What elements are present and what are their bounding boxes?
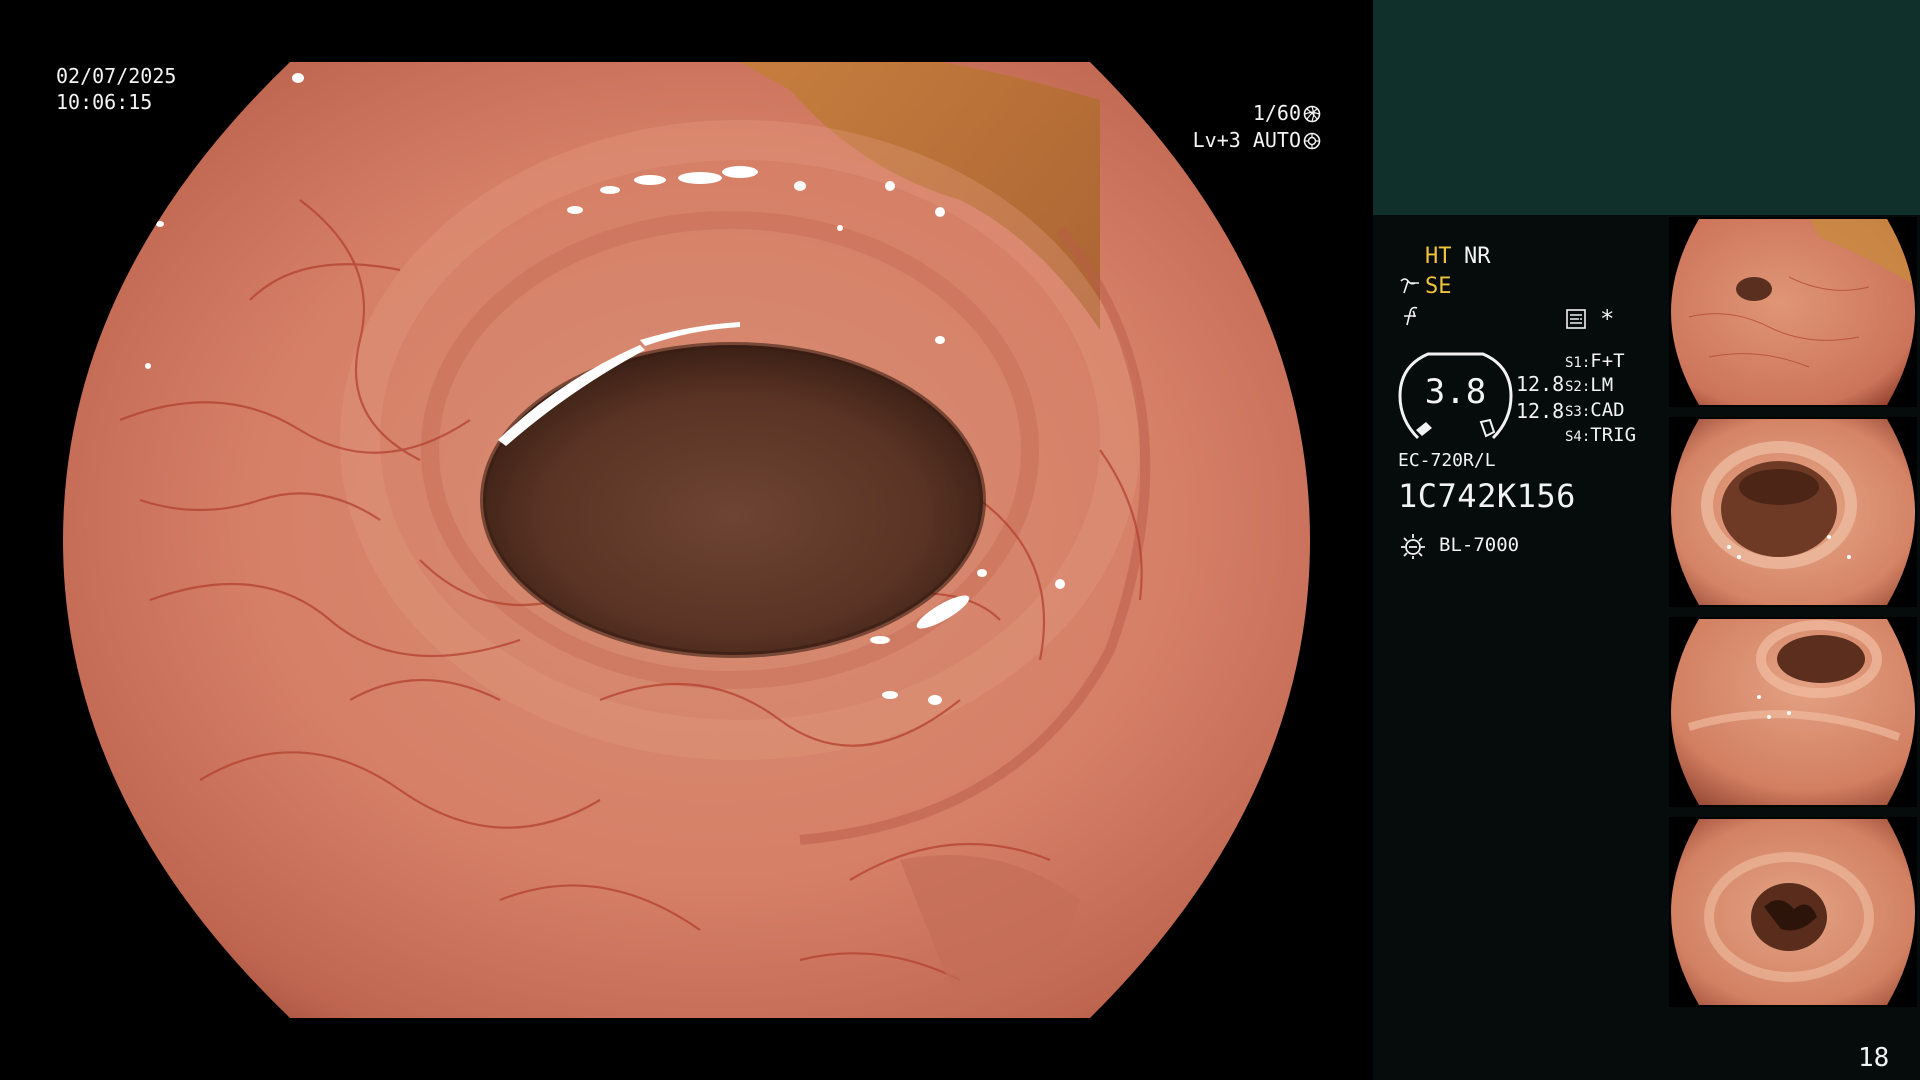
switch-key: S1:: [1565, 355, 1591, 371]
endoscope-main-view: 02/07/2025 10:06:15 1/60 Lv+3 AUTO: [0, 0, 1373, 1080]
date-readout: 02/07/2025: [56, 64, 177, 88]
captured-image-thumbnail[interactable]: [1669, 417, 1917, 607]
memo-icon: [1566, 309, 1586, 329]
switch-key: S4:: [1565, 429, 1591, 445]
light-source-model: BL-7000: [1439, 534, 1520, 556]
se-label: SE: [1425, 274, 1452, 299]
captured-image-thumbnail[interactable]: [1669, 617, 1917, 807]
switch-value: CAD: [1590, 399, 1625, 421]
panel-header-block: [1373, 0, 1920, 215]
gain-value-1: 12.8: [1516, 372, 1565, 396]
captured-image-thumbnail[interactable]: [1669, 817, 1917, 1007]
switch-row-s3: S3:CAD: [1565, 399, 1625, 421]
star-marker: *: [1600, 305, 1615, 333]
switch-key: S2:: [1565, 379, 1591, 395]
thumbnail-image: [1671, 619, 1915, 805]
zoom-value: 3.8: [1424, 372, 1487, 412]
endoscope-image: [63, 62, 1310, 1018]
switch-row-s1: S1:F+T: [1565, 350, 1625, 372]
thumbnail-image: [1671, 419, 1915, 605]
gain-value-2: 12.8: [1516, 399, 1565, 423]
scope-serial-number: 1C742K156: [1398, 477, 1576, 515]
exposure-mode-value: Lv+3 AUTO: [1192, 128, 1301, 152]
auto-iris-icon: [1303, 132, 1321, 150]
switch-value: TRIG: [1590, 424, 1637, 446]
shutter-value: 1/60: [1252, 101, 1301, 125]
thumbnail-image: [1671, 819, 1915, 1005]
switch-value: LM: [1590, 374, 1614, 396]
page-number: 18: [1858, 1043, 1890, 1073]
light-source-icon: [1401, 534, 1425, 559]
shutter-readout: 1/60: [1253, 100, 1321, 126]
time-readout: 10:06:15: [56, 90, 153, 114]
thumbnail-image: [1671, 219, 1915, 405]
scope-model: EC-720R/L: [1398, 450, 1496, 471]
switch-value: F+T: [1590, 350, 1625, 372]
switch-row-s4: S4:TRIG: [1565, 424, 1636, 446]
switch-row-s2: S2:LM: [1565, 374, 1613, 396]
nr-label: NR: [1464, 244, 1491, 269]
ht-label: HT: [1425, 244, 1452, 269]
f-script-icon: [1404, 306, 1418, 326]
switch-key: S3:: [1565, 404, 1591, 420]
info-panel: HT NR SE * 3.8 12.8 12.8 S1:F+T S2:LM S3…: [1373, 0, 1920, 1080]
captured-image-thumbnail[interactable]: [1669, 217, 1917, 407]
se-enhance-icon: [1400, 278, 1419, 294]
exposure-mode-readout: Lv+3 AUTO: [1193, 127, 1321, 153]
aperture-icon: [1303, 105, 1321, 123]
